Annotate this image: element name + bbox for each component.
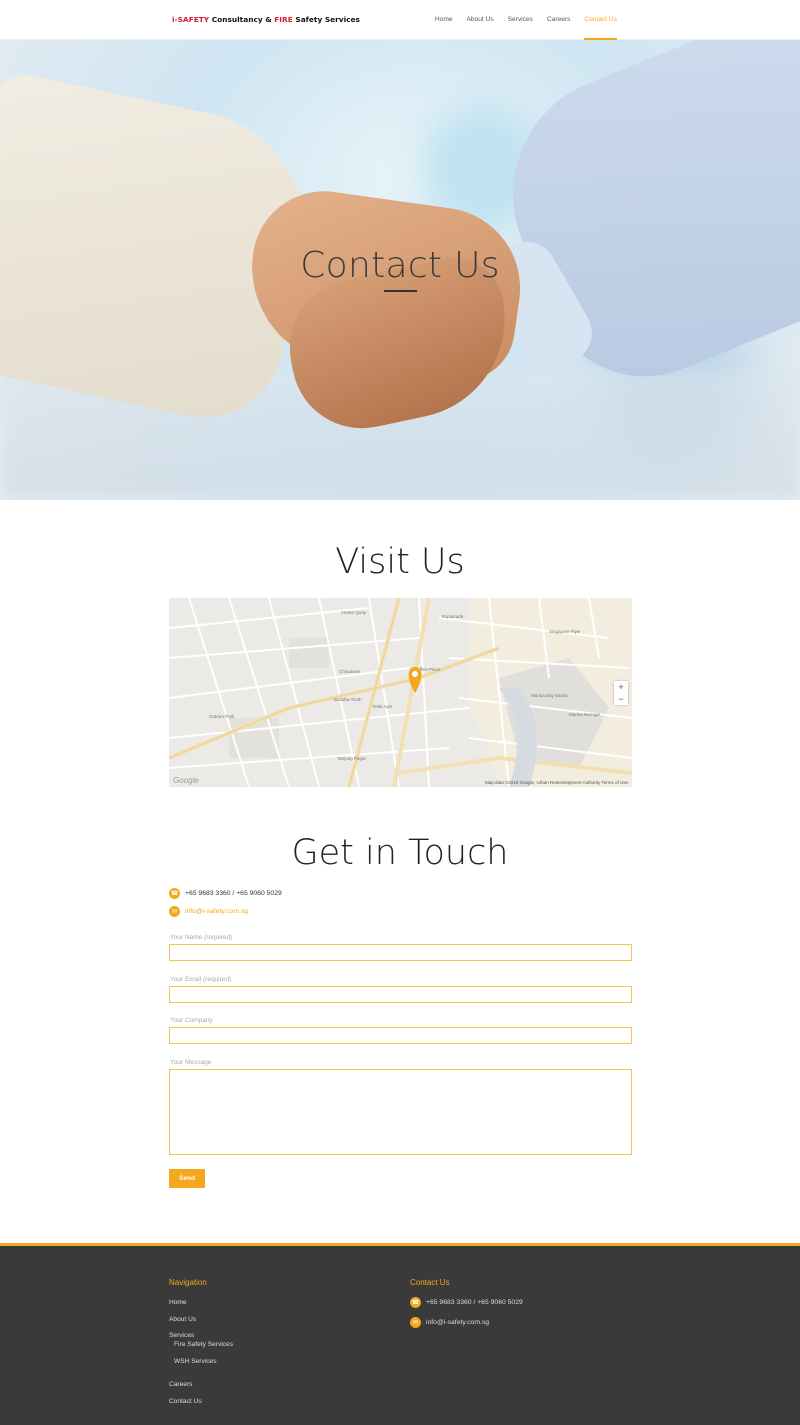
name-field[interactable] bbox=[169, 944, 632, 961]
logo-text-safety-services: Safety Services bbox=[292, 15, 360, 24]
email-field-label: Your Email (required) bbox=[170, 976, 232, 983]
company-field-label: Your Company bbox=[170, 1017, 213, 1024]
hero-title-underline bbox=[384, 290, 417, 292]
contact-phone-text: +65 9683 3360 / +65 9060 5029 bbox=[185, 890, 282, 897]
email-field[interactable] bbox=[169, 986, 632, 1003]
footer-link-contact-us[interactable]: Contact Us bbox=[169, 1398, 202, 1405]
message-field[interactable] bbox=[169, 1069, 632, 1155]
company-field[interactable] bbox=[169, 1027, 632, 1044]
footer-contact-email: ✉ info@i-safety.com.sg bbox=[410, 1317, 489, 1328]
map-label: Singapore Flyer bbox=[549, 629, 581, 634]
map-label: Tanjong Pagar bbox=[337, 756, 367, 761]
main-nav: Home About Us Services Careers Contact U… bbox=[428, 0, 624, 40]
nav-home[interactable]: Home bbox=[428, 0, 460, 40]
send-button[interactable]: Send bbox=[169, 1169, 205, 1188]
site-footer: Navigation Home About Us Services Fire S… bbox=[0, 1243, 800, 1425]
contact-phone: ☎ +65 9683 3360 / +65 9060 5029 bbox=[169, 888, 282, 899]
footer-link-fire-safety-services[interactable]: Fire Safety Services bbox=[174, 1341, 233, 1348]
nav-about-us[interactable]: About Us bbox=[460, 0, 501, 40]
site-logo[interactable]: i-SAFETY Consultancy & FIRE Safety Servi… bbox=[172, 15, 360, 24]
name-field-label: Your Name (required) bbox=[170, 934, 233, 941]
map-zoom-control[interactable]: + − bbox=[614, 681, 628, 705]
footer-link-about-us[interactable]: About Us bbox=[169, 1316, 196, 1323]
nav-contact-us[interactable]: Contact Us bbox=[577, 0, 624, 40]
map-label: Esplanade bbox=[442, 614, 464, 619]
map-streets: Clarke Quay Raffles Place Chinatown Mari… bbox=[169, 598, 632, 787]
map-zoom-out-button[interactable]: − bbox=[614, 693, 628, 705]
contact-email-link[interactable]: info@i-safety.com.sg bbox=[185, 908, 248, 915]
logo-text-consultancy: Consultancy & bbox=[209, 15, 275, 24]
location-map[interactable]: Clarke Quay Raffles Place Chinatown Mari… bbox=[169, 598, 632, 787]
handshake-sleeve-right bbox=[476, 40, 800, 407]
footer-contact-title: Contact Us bbox=[410, 1278, 450, 1287]
map-zoom-in-button[interactable]: + bbox=[614, 681, 628, 693]
logo-text-fire: FIRE bbox=[274, 15, 293, 24]
map-label: Clarke Quay bbox=[341, 610, 367, 615]
nav-services[interactable]: Services bbox=[501, 0, 540, 40]
footer-email-link[interactable]: info@i-safety.com.sg bbox=[426, 1319, 489, 1326]
phone-icon: ☎ bbox=[169, 888, 180, 899]
footer-link-home[interactable]: Home bbox=[169, 1299, 187, 1306]
site-header: i-SAFETY Consultancy & FIRE Safety Servi… bbox=[0, 0, 800, 40]
map-label: Buddha Tooth bbox=[334, 697, 362, 702]
message-field-label: Your Message bbox=[170, 1059, 212, 1066]
footer-contact-phone: ☎ +65 9683 3360 / +65 9060 5029 bbox=[410, 1297, 523, 1308]
contact-email: ✉ info@i-safety.com.sg bbox=[169, 906, 248, 917]
footer-phone-text: +65 9683 3360 / +65 9060 5029 bbox=[426, 1299, 523, 1306]
visit-us-title: Visit Us bbox=[335, 542, 465, 582]
map-label: Marina Bay Sands bbox=[531, 693, 569, 698]
phone-icon: ☎ bbox=[410, 1297, 421, 1308]
footer-navigation-title: Navigation bbox=[169, 1278, 207, 1287]
email-icon: ✉ bbox=[169, 906, 180, 917]
map-label: Marina Barrage bbox=[569, 712, 601, 717]
map-label: Chinatown bbox=[339, 669, 361, 674]
map-label: Telok Ayer bbox=[372, 704, 393, 709]
google-logo[interactable]: Google bbox=[173, 776, 199, 785]
footer-link-wsh-services[interactable]: WSH Services bbox=[174, 1358, 217, 1365]
map-attribution[interactable]: Map data ©2016 Google, Urban Redevelopme… bbox=[485, 780, 628, 785]
hero-banner: Contact Us bbox=[0, 40, 800, 500]
nav-careers[interactable]: Careers bbox=[540, 0, 577, 40]
get-in-touch-title: Get in Touch bbox=[291, 833, 509, 873]
footer-link-services[interactable]: Services bbox=[169, 1332, 194, 1339]
email-icon: ✉ bbox=[410, 1317, 421, 1328]
logo-text-isafety: i-SAFETY bbox=[172, 15, 210, 24]
footer-link-careers[interactable]: Careers bbox=[169, 1381, 192, 1388]
hero-title: Contact Us bbox=[300, 245, 500, 286]
map-label: Outram Park bbox=[209, 714, 235, 719]
